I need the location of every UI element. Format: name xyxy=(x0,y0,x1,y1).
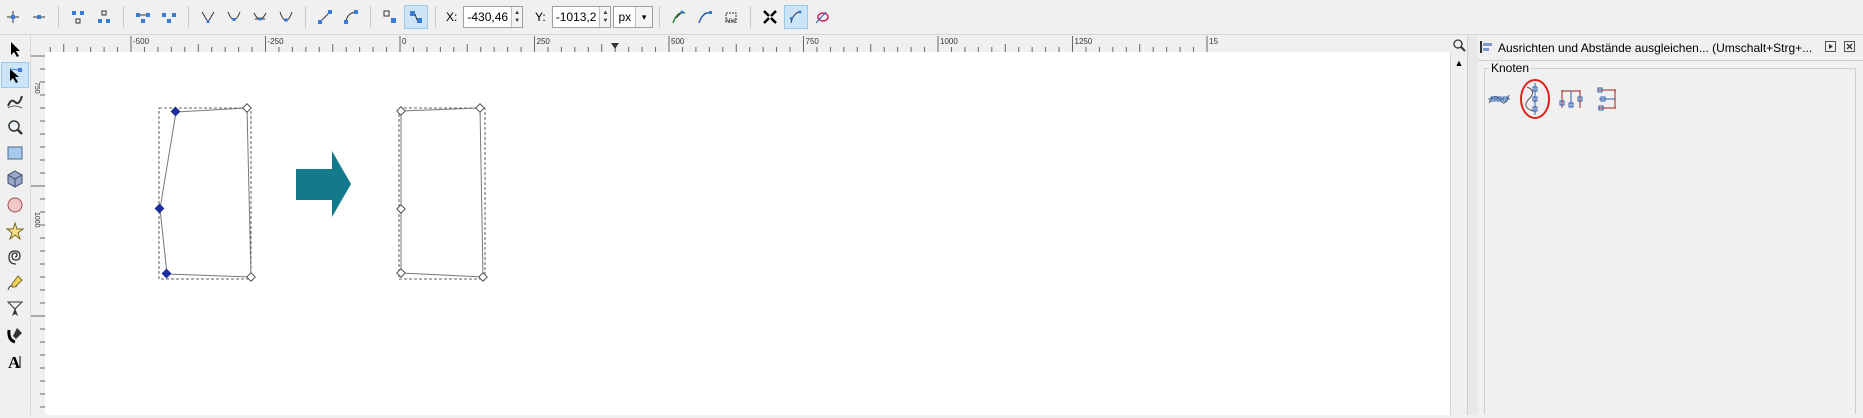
h-tick-label: 1000 xyxy=(940,37,958,46)
x-coordinate-value[interactable]: -430,46 xyxy=(464,10,511,24)
node-cusp-icon[interactable] xyxy=(197,6,219,28)
align-nodes-horizontal-icon[interactable] xyxy=(1484,84,1514,114)
node-smooth-icon[interactable] xyxy=(223,6,245,28)
join-nodes-icon[interactable] xyxy=(67,6,89,28)
h-tick-label: -500 xyxy=(133,37,150,46)
unit-select[interactable]: px ▾ xyxy=(613,6,654,28)
path-node-selected[interactable] xyxy=(170,106,181,117)
nodes-group-label: Knoten xyxy=(1489,61,1532,75)
node-align-buttons xyxy=(1484,79,1622,119)
drawing-canvas[interactable] xyxy=(45,52,1450,415)
node-symmetric-icon[interactable] xyxy=(249,6,271,28)
path-node[interactable] xyxy=(478,272,488,282)
panel-titlebar: Ausrichten und Abstände ausgleichen... (… xyxy=(1478,36,1863,61)
separator xyxy=(750,6,752,28)
separator xyxy=(305,6,306,28)
panel-title: Ausrichten und Abstände ausgleichen... (… xyxy=(1498,41,1813,55)
star-tool-icon[interactable] xyxy=(2,219,28,243)
h-tick-label: 500 xyxy=(671,37,685,46)
path-node-selected[interactable] xyxy=(161,268,172,279)
path-node[interactable] xyxy=(396,268,406,278)
panel-close-icon[interactable] xyxy=(1844,41,1855,55)
h-tick-label: 1250 xyxy=(1075,37,1093,46)
distribute-nodes-horizontal-icon[interactable] xyxy=(1556,84,1586,114)
delete-node-icon[interactable] xyxy=(28,6,50,28)
y-label: Y: xyxy=(535,10,546,24)
calligraphy-tool-icon[interactable] xyxy=(2,323,28,347)
separator xyxy=(659,6,661,28)
svg-text:A: A xyxy=(8,353,21,370)
show-handles-icon[interactable] xyxy=(668,6,690,28)
pen-tool-icon[interactable] xyxy=(2,297,28,321)
node-auto-smooth-icon[interactable] xyxy=(275,6,297,28)
separator xyxy=(435,6,436,28)
y-coordinate-field[interactable]: -1013,2 ▲ ▼ xyxy=(551,6,612,28)
transform-arrows-icon[interactable] xyxy=(759,6,781,28)
show-path-outline-icon[interactable] xyxy=(694,6,716,28)
node-toolbar: X: -430,46 ▲ ▼ Y: -1013,2 ▲ ▼ px ▾ ABC xyxy=(0,0,1863,35)
align-nodes-vertical-icon[interactable] xyxy=(1520,79,1550,119)
edit-clip-path-icon[interactable] xyxy=(784,5,809,29)
shape-before[interactable] xyxy=(154,103,256,282)
svg-text:ABC: ABC xyxy=(725,19,738,25)
unit-value: px xyxy=(618,10,632,24)
x-label: X: xyxy=(446,10,458,24)
x-coordinate-field[interactable]: -430,46 ▲ ▼ xyxy=(463,6,524,28)
segment-curve-icon[interactable] xyxy=(340,6,362,28)
edit-mask-icon[interactable] xyxy=(811,6,833,28)
path-node[interactable] xyxy=(396,106,406,116)
shape-after[interactable] xyxy=(396,103,488,282)
spiral-tool-icon[interactable] xyxy=(2,245,28,269)
path-node[interactable] xyxy=(246,272,256,282)
vertical-ruler: 750 1000 xyxy=(31,52,46,415)
h-tick-label: 15 xyxy=(1209,37,1218,46)
node-tool-icon[interactable] xyxy=(1,62,29,88)
scroll-up-icon[interactable]: ▲ xyxy=(1451,58,1467,68)
y-coordinate-value[interactable]: -1013,2 xyxy=(553,10,600,24)
x-spin-arrows[interactable]: ▲ ▼ xyxy=(511,7,523,27)
path-node[interactable] xyxy=(475,103,485,113)
object-to-path-icon[interactable] xyxy=(379,6,401,28)
zoom-tool-icon[interactable] xyxy=(2,115,28,139)
show-transform-handles-icon[interactable]: ABC xyxy=(720,6,742,28)
v-tick-label: 750 xyxy=(33,82,40,94)
break-path-icon[interactable] xyxy=(93,6,115,28)
y-spin-arrows[interactable]: ▲ ▼ xyxy=(599,7,611,27)
align-panel-icon xyxy=(1478,39,1494,58)
vertical-scrollbar[interactable]: ▲ xyxy=(1450,52,1467,415)
h-tick-label: -250 xyxy=(268,37,285,46)
separator xyxy=(123,6,124,28)
panel-iconify-icon[interactable] xyxy=(1825,41,1836,55)
pencil-tool-icon[interactable] xyxy=(2,271,28,295)
path-node[interactable] xyxy=(396,204,406,214)
text-tool-icon[interactable]: A xyxy=(2,349,28,373)
tweak-tool-icon[interactable] xyxy=(2,89,28,113)
rectangle-tool-icon[interactable] xyxy=(2,141,28,165)
stroke-to-path-icon[interactable] xyxy=(404,5,428,29)
path-node-selected[interactable] xyxy=(154,203,165,214)
segment-line-icon[interactable] xyxy=(314,6,336,28)
separator xyxy=(58,6,59,28)
separator xyxy=(188,6,189,28)
horizontal-ruler: -500 -250 0 250 500 750 1000 1250 15 xyxy=(44,36,1455,53)
v-tick-label: 1000 xyxy=(33,212,40,228)
3d-box-tool-icon[interactable] xyxy=(2,167,28,191)
h-tick-label: 0 xyxy=(402,37,407,46)
h-tick-label: 750 xyxy=(806,37,820,46)
arrow-shape[interactable] xyxy=(296,151,351,217)
separator xyxy=(370,6,371,28)
align-distribute-panel: Ausrichten und Abstände ausgleichen... (… xyxy=(1478,36,1863,415)
chevron-down-icon[interactable]: ▾ xyxy=(635,7,653,27)
selection-bbox xyxy=(398,107,486,280)
distribute-nodes-vertical-icon[interactable] xyxy=(1592,84,1622,114)
delete-segment-icon[interactable] xyxy=(158,6,180,28)
insert-node-icon[interactable] xyxy=(2,6,24,28)
join-segment-icon[interactable] xyxy=(132,6,154,28)
selector-tool-icon[interactable] xyxy=(2,37,28,61)
ellipse-tool-icon[interactable] xyxy=(2,193,28,217)
toolbox: A xyxy=(0,35,31,415)
path-node[interactable] xyxy=(242,103,252,113)
h-tick-label: 250 xyxy=(537,37,551,46)
